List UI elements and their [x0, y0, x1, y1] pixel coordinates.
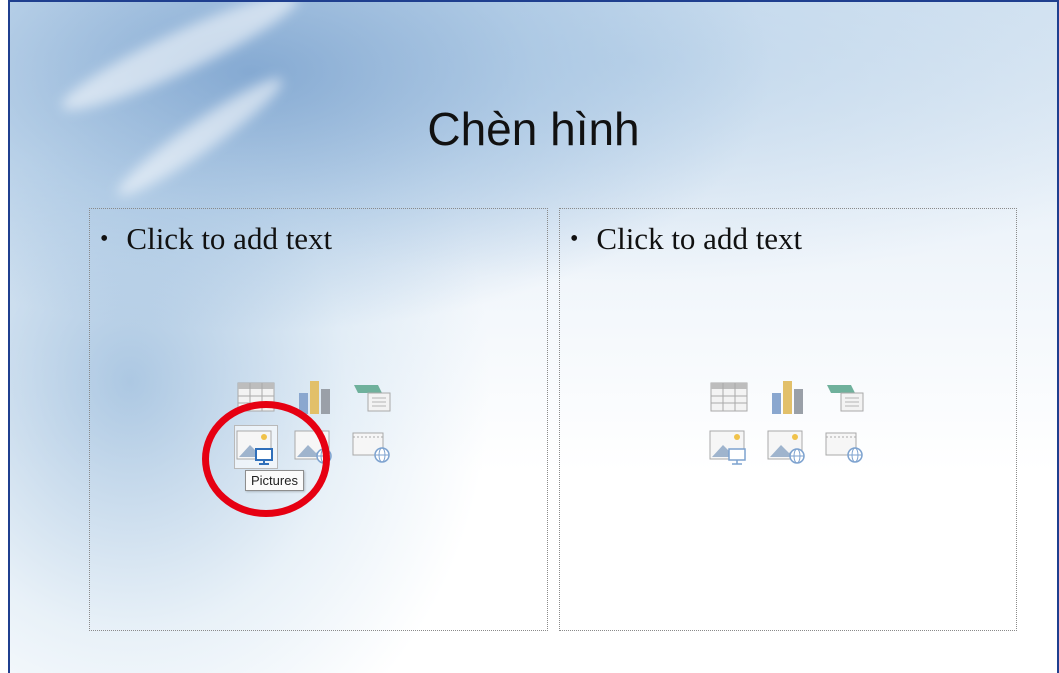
bullet-line[interactable]: • Click to add text	[100, 221, 332, 257]
table-icon	[710, 382, 748, 412]
slide: Chèn hình • Click to add text Pictures •…	[8, 0, 1059, 673]
video-icon	[825, 432, 863, 463]
placeholder-prompt: Click to add text	[126, 221, 333, 256]
pictures-icon	[709, 430, 746, 465]
insert-table-button[interactable]	[708, 376, 750, 418]
insert-video-button[interactable]	[824, 426, 866, 468]
insert-video-button[interactable]	[351, 426, 393, 468]
insert-smartart-button[interactable]	[351, 376, 393, 418]
slide-title[interactable]: Chèn hình	[10, 102, 1057, 156]
video-icon	[352, 432, 390, 463]
insert-chart-button[interactable]	[766, 376, 808, 418]
chart-icon	[772, 381, 803, 414]
smartart-icon	[827, 385, 864, 412]
content-placeholder-right[interactable]: • Click to add text	[559, 208, 1017, 631]
insert-online-pictures-button[interactable]	[766, 426, 808, 468]
smartart-icon	[354, 385, 391, 412]
bullet-dot: •	[570, 225, 579, 252]
content-placeholder-left[interactable]: • Click to add text Pictures	[89, 208, 548, 631]
bullet-line[interactable]: • Click to add text	[570, 221, 802, 257]
insert-pictures-button[interactable]	[708, 426, 750, 468]
online-pictures-icon	[767, 430, 805, 464]
red-circle-highlight	[202, 401, 330, 517]
placeholder-prompt: Click to add text	[596, 221, 803, 256]
bullet-dot: •	[100, 225, 109, 252]
insert-smartart-button[interactable]	[824, 376, 866, 418]
insert-content-icons	[708, 376, 866, 468]
